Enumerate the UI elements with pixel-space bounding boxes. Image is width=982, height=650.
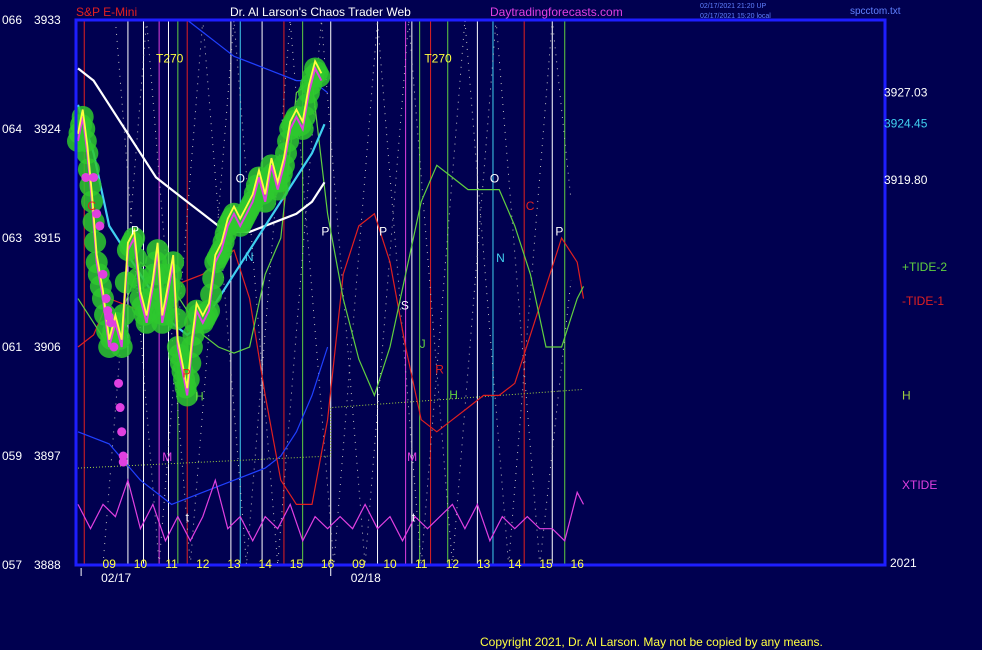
chart-title: S&P E-Mini [76,5,137,19]
date-label: 02/18 [351,571,381,585]
annotation-label: P [555,225,563,239]
x-tick-label: 15 [539,557,553,571]
y-tick-label: 3897 [34,449,61,463]
forecast-dot [98,269,108,279]
y-tick-label: 063 [2,231,22,245]
annotation-label: P [131,223,139,237]
forecast-dot [101,294,111,304]
annotation-label: S [401,298,409,312]
y-tick-label: 3906 [34,340,61,354]
x-tick-label: 13 [477,557,491,571]
annotation-label: H [195,389,204,403]
x-tick-label: 09 [103,557,117,571]
forecast-dot [109,342,119,352]
annotation-label: J [420,337,426,351]
annotation-label: P [379,225,387,239]
annotation-label: O [236,171,245,185]
date-label: 02/17 [101,571,131,585]
annotation-label: P [321,225,329,239]
year-label: 2021 [890,556,917,570]
annotation-label: C [526,199,535,213]
site-url: Daytradingforecasts.com [490,5,623,19]
forecast-dot [115,403,125,413]
y-tick-label: 3915 [34,231,61,245]
forecast-dot [89,172,99,182]
x-tick-label: 11 [415,557,428,571]
forecast-dot [106,318,116,328]
forecast-dot [95,221,105,231]
forecast-dot [118,457,128,467]
x-tick-label: 14 [259,557,273,571]
x-tick-label: 15 [290,557,304,571]
x-tick-label: 13 [227,557,241,571]
y-tick-label: 066 [2,13,22,27]
y-tick-label: 057 [2,558,22,572]
annotation-label: O [490,171,499,185]
legend-label: H [902,388,911,402]
annotation-label: N [496,251,505,265]
right-price-label: 3927.03 [884,85,928,99]
forecast-dot [81,172,91,182]
annotation-label: M [407,450,417,464]
right-price-label: 3924.45 [884,117,928,131]
annotation-label: T270 [156,51,184,65]
x-tick-label: 10 [383,557,397,571]
x-tick-label: 12 [446,557,460,571]
y-tick-label: 059 [2,449,22,463]
data-filename: spcctom.txt [850,6,901,17]
forecast-dot [117,427,127,437]
x-tick-label: 12 [196,557,210,571]
y-tick-label: 3888 [34,558,61,572]
annotation-label: R [435,363,444,377]
x-tick-label: 14 [508,557,522,571]
x-tick-label: 16 [571,557,585,571]
annotation-label: N [245,250,254,264]
legend-label: +TIDE-2 [902,260,947,274]
legend-label: -TIDE-1 [902,294,944,308]
y-tick-label: 3933 [34,13,61,27]
annotation-label: T270 [424,51,452,65]
timestamp-ut: 02/17/2021 21:20 UP [700,3,766,10]
site-title: Dr. Al Larson's Chaos Trader Web [230,5,411,19]
annotation-label: P [183,366,191,380]
legend-label: XTIDE [902,478,937,492]
x-tick-label: 09 [352,557,366,571]
y-tick-label: 064 [2,122,22,136]
chart: T270 T270CPONP PSJRHONCPPHM Mt t 066 3933064 3… [0,0,982,650]
annotation-label: M [162,450,172,464]
x-tick-label: 11 [165,557,178,571]
y-tick-label: 061 [2,340,22,354]
copyright: Copyright 2021, Dr. Al Larson. May not b… [480,635,823,649]
forecast-dot [114,378,124,388]
timestamp-local: 02/17/2021 15:20 local [700,13,771,20]
x-tick-label: 16 [321,557,335,571]
x-tick-label: 10 [134,557,148,571]
y-tick-label: 3924 [34,122,61,136]
right-price-label: 3919.80 [884,173,928,187]
annotation-label: C [87,199,96,213]
annotation-label: H [449,388,458,402]
